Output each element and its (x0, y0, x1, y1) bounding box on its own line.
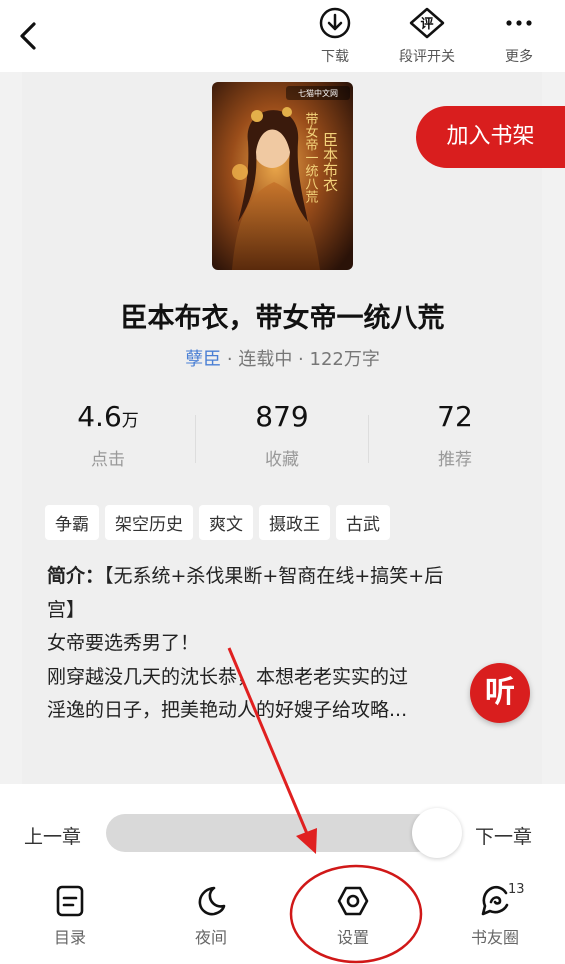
annotation-overlay (227, 647, 423, 964)
annotation-arrow-line (227, 647, 310, 837)
annotation-circle (289, 864, 423, 964)
